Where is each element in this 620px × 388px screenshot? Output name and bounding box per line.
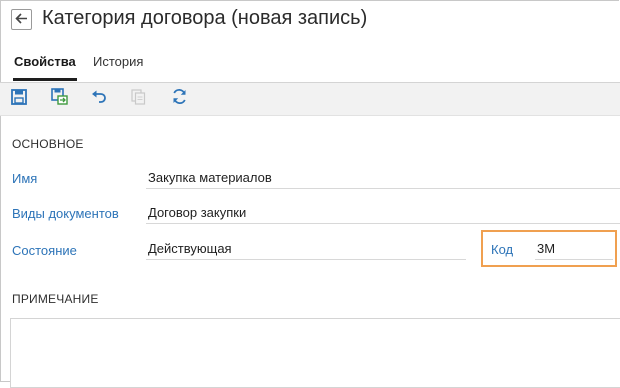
- note-section-label: ПРИМЕЧАНИЕ: [12, 292, 99, 306]
- state-label: Состояние: [12, 243, 77, 258]
- copy-icon: [130, 88, 146, 110]
- back-button[interactable]: [11, 9, 32, 30]
- page-title: Категория договора (новая запись): [42, 7, 368, 29]
- refresh-icon: [171, 88, 188, 110]
- undo-button[interactable]: [89, 90, 107, 108]
- undo-icon: [90, 90, 107, 109]
- state-field[interactable]: Действующая: [146, 238, 466, 260]
- save-icon: [11, 88, 27, 110]
- name-label: Имя: [12, 171, 38, 186]
- toolbar: [0, 83, 620, 116]
- name-field[interactable]: Закупка материалов: [146, 167, 620, 189]
- section-main-label: ОСНОВНОЕ: [12, 137, 84, 151]
- doc-types-label: Виды документов: [12, 206, 119, 221]
- code-highlight-box: Код 3М: [481, 230, 617, 267]
- doc-types-field[interactable]: Договор закупки: [146, 202, 620, 224]
- save-and-close-icon: [50, 88, 68, 110]
- tab-bar: Свойства История: [0, 50, 620, 83]
- save-button[interactable]: [10, 88, 28, 110]
- refresh-button[interactable]: [170, 88, 188, 110]
- note-textarea[interactable]: [10, 318, 620, 388]
- arrow-left-icon: [15, 11, 28, 29]
- copy-button[interactable]: [129, 88, 147, 110]
- save-and-close-button[interactable]: [50, 88, 68, 110]
- tab-history[interactable]: История: [93, 54, 143, 69]
- code-field[interactable]: 3М: [535, 238, 613, 260]
- code-label: Код: [491, 242, 514, 257]
- header: Категория договора (новая запись): [0, 0, 620, 40]
- tab-properties[interactable]: Свойства: [13, 54, 77, 81]
